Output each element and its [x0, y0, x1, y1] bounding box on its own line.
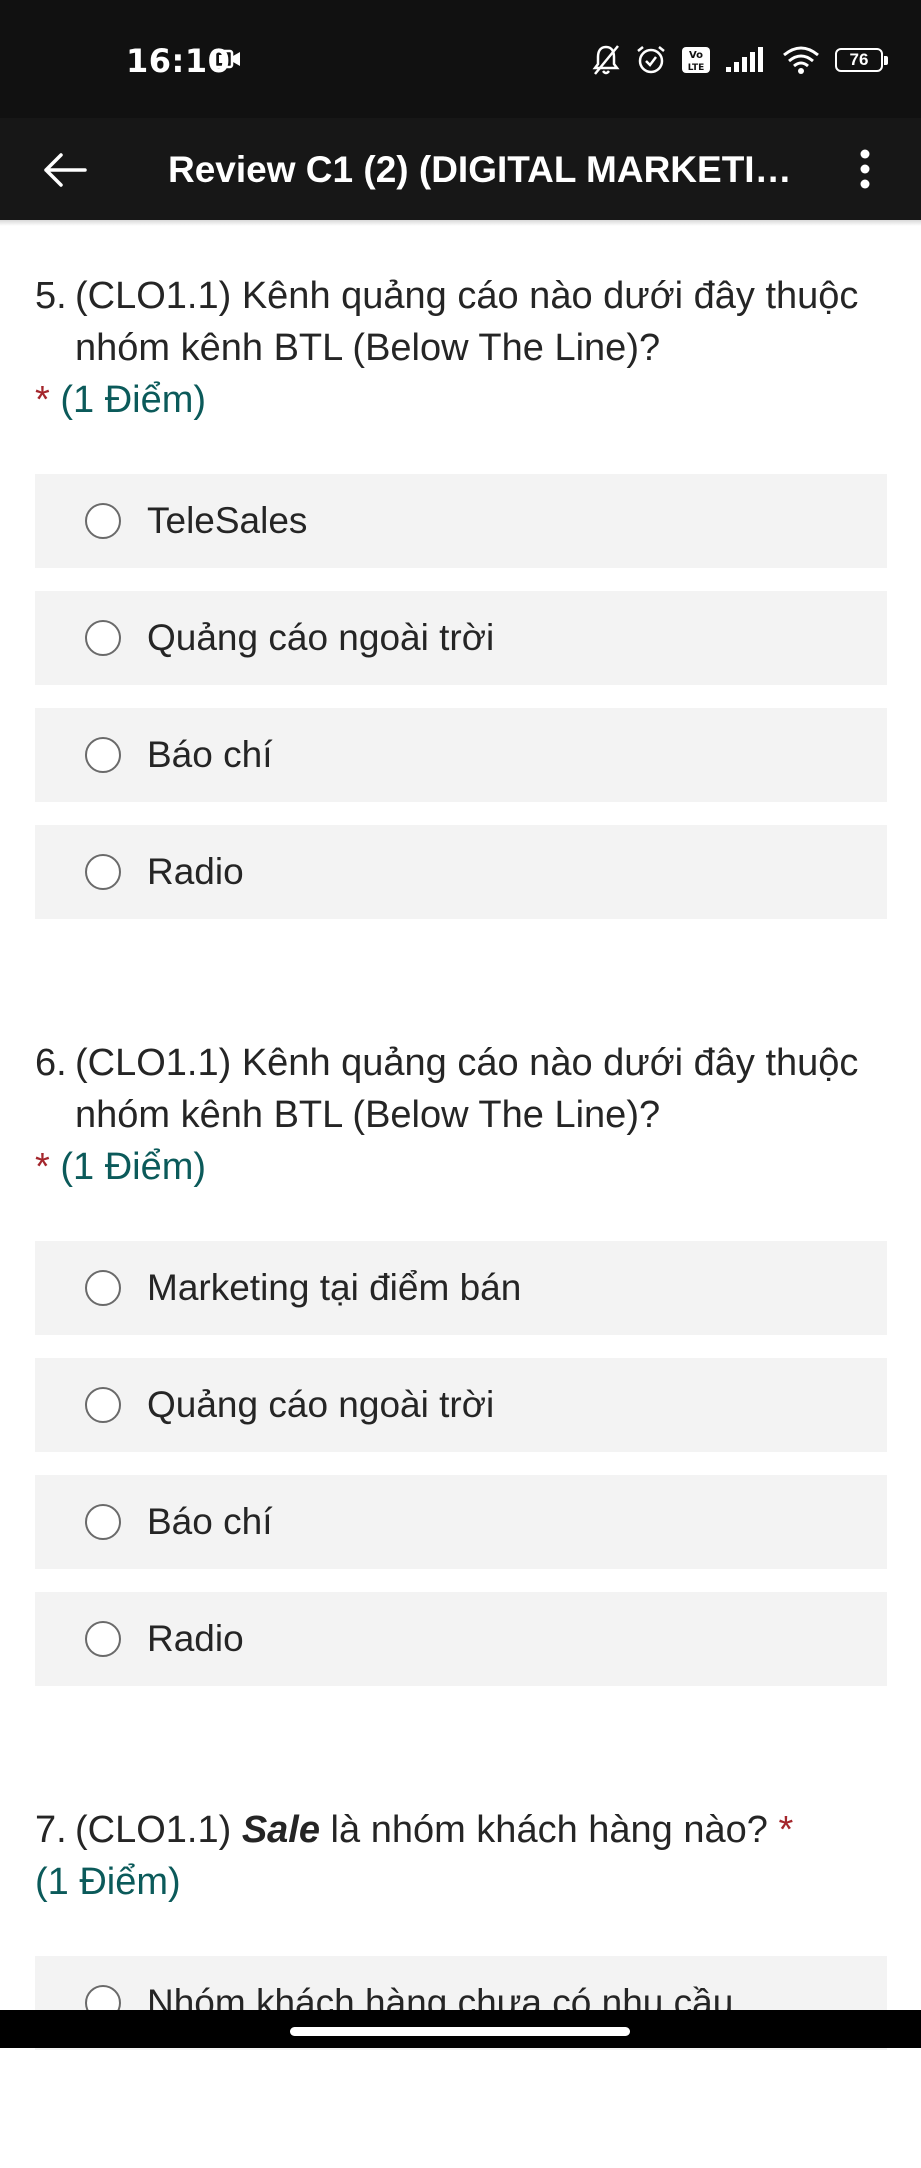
option-telesales[interactable]: TeleSales [35, 474, 887, 568]
home-indicator[interactable] [290, 2027, 630, 2036]
radio-button[interactable] [85, 1621, 121, 1657]
question-emphasis: Sale [241, 1809, 320, 1851]
radio-button[interactable] [85, 503, 121, 539]
radio-button[interactable] [85, 854, 121, 890]
question-6: 6. (CLO1.1) Kênh quảng cáo nào dưới đây … [35, 1037, 887, 1686]
option-outdoor-ads[interactable]: Quảng cáo ngoài trời [35, 591, 887, 685]
question-text: 6. (CLO1.1) Kênh quảng cáo nào dưới đây … [35, 1037, 887, 1141]
radio-button[interactable] [85, 737, 121, 773]
option-label: Radio [147, 1618, 244, 1659]
status-bar: 16:10 Vo LTE 76 [0, 0, 921, 118]
points-label: (1 Điểm) [60, 1146, 207, 1188]
form-content: 5. (CLO1.1) Kênh quảng cáo nào dưới đây … [35, 270, 887, 2168]
question-number: 7. [35, 1809, 67, 1851]
more-vertical-icon [860, 149, 870, 189]
option-label: Báo chí [147, 1501, 273, 1542]
question-number: 6. [35, 1042, 67, 1084]
points-label: (1 Điểm) [35, 1861, 181, 1903]
svg-text:Vo: Vo [689, 50, 703, 61]
battery-icon: 76 [835, 48, 888, 72]
question-text: 5. (CLO1.1) Kênh quảng cáo nào dưới đây … [35, 270, 887, 374]
status-icons: Vo LTE 76 [591, 40, 888, 80]
radio-button[interactable] [85, 620, 121, 656]
option-label: Marketing tại điểm bán [147, 1267, 522, 1308]
required-asterisk: * [35, 379, 50, 421]
question-label: (CLO1.1) Kênh quảng cáo nào dưới đây thu… [75, 1042, 859, 1136]
svg-text:LTE: LTE [688, 63, 705, 73]
required-asterisk: * [778, 1809, 794, 1851]
option-newspaper[interactable]: Báo chí [35, 708, 887, 802]
points-label: (1 Điểm) [60, 379, 207, 421]
alarm-icon [635, 44, 667, 76]
option-label: Báo chí [147, 734, 273, 775]
radio-button[interactable] [85, 1270, 121, 1306]
question-meta: (1 Điểm) [35, 1856, 887, 1908]
option-outdoor-ads[interactable]: Quảng cáo ngoài trời [35, 1358, 887, 1452]
option-radio[interactable]: Radio [35, 1592, 887, 1686]
option-label: Quảng cáo ngoài trời [147, 1384, 495, 1425]
header-shadow [0, 220, 921, 226]
back-button[interactable] [36, 142, 92, 198]
app-header: Review C1 (2) (DIGITAL MARKETING) [0, 118, 921, 220]
question-label: (CLO1.1) Kênh quảng cáo nào dưới đây thu… [75, 275, 859, 369]
signal-icon [725, 47, 767, 73]
option-radio[interactable]: Radio [35, 825, 887, 919]
option-label: TeleSales [147, 500, 308, 541]
mute-icon [591, 43, 621, 77]
radio-button[interactable] [85, 1387, 121, 1423]
question-meta: * (1 Điểm) [35, 374, 887, 426]
option-newspaper[interactable]: Báo chí [35, 1475, 887, 1569]
volte-icon: Vo LTE [681, 46, 711, 74]
question-5: 5. (CLO1.1) Kênh quảng cáo nào dưới đây … [35, 270, 887, 919]
question-text: 7. (CLO1.1) Sale là nhóm khách hàng nào?… [35, 1804, 887, 1856]
question-number: 5. [35, 275, 67, 317]
question-label-prefix: (CLO1.1) [75, 1809, 242, 1851]
options-list: TeleSales Quảng cáo ngoài trời Báo chí R… [35, 474, 887, 919]
option-point-of-sale[interactable]: Marketing tại điểm bán [35, 1241, 887, 1335]
option-label: Quảng cáo ngoài trời [147, 617, 495, 658]
wifi-icon [781, 45, 821, 75]
required-asterisk: * [35, 1146, 50, 1188]
arrow-left-icon [44, 153, 87, 187]
page-title: Review C1 (2) (DIGITAL MARKETING) [168, 149, 808, 190]
option-label: Radio [147, 851, 244, 892]
options-list: Marketing tại điểm bán Quảng cáo ngoài t… [35, 1241, 887, 1686]
radio-button[interactable] [85, 1504, 121, 1540]
video-call-icon [213, 48, 242, 75]
more-options-button[interactable] [841, 140, 889, 198]
question-meta: * (1 Điểm) [35, 1141, 887, 1193]
question-label-suffix: là nhóm khách hàng nào? [320, 1809, 768, 1851]
